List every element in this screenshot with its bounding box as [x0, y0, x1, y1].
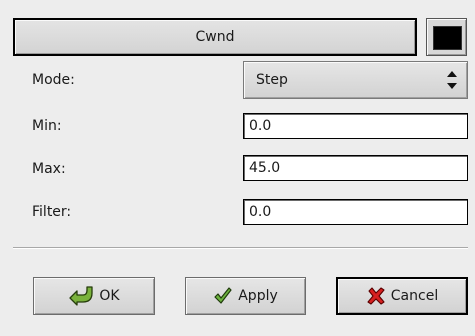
title-label: Cwnd — [195, 29, 235, 45]
mode-select[interactable]: Step — [243, 61, 468, 99]
max-input[interactable]: 45.0 — [243, 155, 468, 181]
separator — [13, 247, 468, 249]
min-input[interactable]: 0.0 — [243, 113, 468, 139]
color-swatch — [433, 26, 462, 50]
cancel-label: Cancel — [390, 288, 439, 304]
mode-label: Mode: — [32, 72, 75, 88]
min-label: Min: — [32, 118, 62, 134]
ok-label: OK — [99, 288, 120, 304]
title-button[interactable]: Cwnd — [13, 18, 417, 56]
ok-button[interactable]: OK — [33, 277, 155, 315]
check-icon — [214, 287, 232, 304]
ok-icon — [69, 286, 94, 306]
apply-button[interactable]: Apply — [185, 277, 306, 315]
cancel-button[interactable]: Cancel — [336, 277, 468, 315]
up-down-arrows-icon — [447, 71, 457, 89]
max-label: Max: — [32, 161, 66, 177]
filter-label: Filter: — [32, 204, 72, 220]
mode-value: Step — [256, 72, 288, 88]
filter-input[interactable]: 0.0 — [243, 199, 468, 225]
color-picker-button[interactable] — [426, 18, 467, 56]
x-icon — [367, 287, 385, 305]
apply-label: Apply — [238, 288, 278, 304]
